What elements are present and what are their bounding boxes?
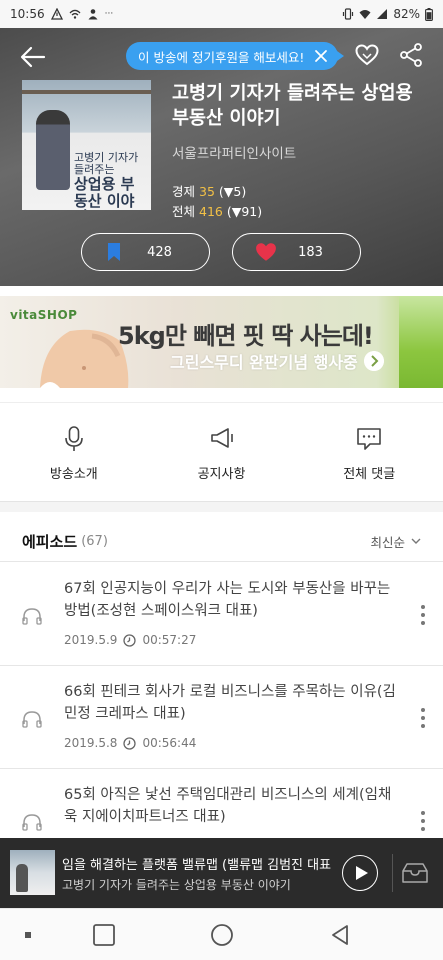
episode-title: 67회 인공지능이 우리가 사는 도시와 부동산을 바꾸는 방법(조성현 스페이… [64,581,391,619]
episode-duration: 00:56:44 [142,736,197,750]
chevron-right-icon [363,351,384,371]
bookmark-button[interactable]: 428 [81,233,210,271]
person-icon [88,9,98,20]
podcast-title: 고병기 기자가 들려주는 상업용 부동산 이야기 [172,83,413,129]
top-toolbar: 이 방송에 정기후원을 해보세요! [0,38,443,74]
episode-item[interactable]: 67회 인공지능이 우리가 사는 도시와 부동산을 바꾸는 방법(조성현 스페이… [0,563,443,666]
ad-subtext-label: 그린스무디 완판기념 행사중 [170,353,358,372]
ad-subtext: 그린스무디 완판기념 행사중 [170,349,384,373]
system-nav-bar [0,908,443,960]
back-triangle-icon[interactable] [328,923,352,947]
episode-list: 67회 인공지능이 우리가 사는 도시와 부동산을 바꾸는 방법(조성현 스페이… [0,563,443,872]
more-vertical-icon[interactable] [419,706,427,730]
vibrate-icon [343,8,354,20]
podcast-hero: 이 방송에 정기후원을 해보세요! 고병기 기자가 들려주는 상업용 부동산 이… [0,28,443,286]
rank-total-change: (▼91) [226,203,263,219]
player-thumbnail [10,850,55,895]
section-divider [0,502,443,512]
support-heart-icon[interactable] [354,42,380,68]
rank-economy-num: 35 [199,183,215,199]
wifi-call-icon [69,9,81,19]
episodes-header: 에피소드 (67) 최신순 [0,522,443,562]
share-icon[interactable] [399,42,423,68]
back-arrow-icon[interactable] [18,42,48,72]
menu-notice-label: 공지사항 [197,467,246,482]
rank-total-num: 416 [199,203,223,219]
chevron-down-icon [411,538,421,544]
episodes-count: (67) [81,534,108,549]
episode-item[interactable]: 66회 핀테크 회사가 로컬 비즈니스를 주목하는 이유(김민정 크레파스 대표… [0,666,443,769]
episode-date: 2019.5.8 [64,736,118,750]
cover-person [36,110,70,190]
ad-drink-image [399,296,443,388]
rank-total-label: 전체 [172,203,196,219]
warning-icon [50,8,63,20]
rank-economy-label: 경제 [172,183,196,199]
megaphone-icon [210,428,233,448]
comment-icon [357,428,381,450]
headphones-icon [22,608,42,625]
clock-icon [123,736,137,750]
battery-icon [425,7,433,21]
menu-notice[interactable]: 공지사항 [148,403,296,501]
more-vertical-icon[interactable] [419,809,427,833]
podcast-info: 고병기 기자가 들려주는 상업용 부동산 이야기 서울프라퍼티인사이트 경제 3… [172,82,432,222]
tooltip-text: 이 방송에 정기후원을 해보세요! [138,49,305,65]
player-divider [392,854,393,892]
sort-label: 최신순 [370,535,405,550]
episode-title: 65회 아직은 낯선 주택임대관리 비즈니스의 세계(임채욱 지에이치파트너즈 … [64,787,392,825]
ad-brand-logo: vitaSHOP [10,308,78,322]
now-playing-title: 임을 해결하는 플랫폼 밸류맵 (밸류맵 김범진 대표 [62,858,332,873]
episode-duration: 00:57:27 [142,633,197,647]
overview-square-icon[interactable] [92,923,116,947]
status-bar: 10:56 ··· 82% [0,0,443,28]
home-circle-icon[interactable] [210,923,234,947]
status-time: 10:56 [10,7,45,21]
battery-percent: 82% [393,7,420,21]
cover-title: 고병기 기자가 들려주는 상업용 부동산 이야기 [74,151,148,210]
mic-icon [65,426,83,451]
signal-icon [377,9,388,19]
support-tooltip[interactable]: 이 방송에 정기후원을 해보세요! [126,42,345,70]
episode-date: 2019.5.9 [64,633,118,647]
headphones-icon [22,814,42,831]
clock-icon [123,633,137,647]
episode-title: 66회 핀테크 회사가 로컬 비즈니스를 주목하는 이유(김민정 크레파스 대표… [64,684,396,722]
cover-text-1: 고병기 기자가 들려주는 [74,151,139,177]
playlist-box-icon[interactable] [400,862,430,884]
bookmark-count: 428 [147,244,172,260]
rank-total: 전체 416 (▼91) [172,202,432,222]
now-playing-show: 고병기 기자가 들려주는 상업용 부동산 이야기 [62,878,291,892]
ad-banner[interactable]: vitaSHOP 5kg만 빼면 핏 딱 사는데! 그린스무디 완판기념 행사중 [0,296,443,388]
podcast-publisher[interactable]: 서울프라퍼티인사이트 [172,142,432,162]
ad-headline: 5kg만 빼면 핏 딱 사는데! [118,322,374,350]
rank-economy: 경제 35 (▼5) [172,182,432,202]
podcast-cover-image: 고병기 기자가 들려주는 상업용 부동산 이야기 [22,80,151,210]
rank-economy-change: (▼5) [218,183,247,199]
mini-player[interactable]: 임을 해결하는 플랫폼 밸류맵 (밸류맵 김범진 대표 고병기 기자가 들려주는… [0,838,443,908]
menu-intro[interactable]: 방송소개 [0,403,148,501]
play-button[interactable] [342,855,378,891]
cover-text-2: 상업용 부동산 이야기 [74,175,135,210]
menu-comments-label: 전체 댓글 [343,467,396,482]
menu-comments[interactable]: 전체 댓글 [295,403,443,501]
more-vertical-icon[interactable] [419,603,427,627]
close-icon[interactable] [314,49,328,63]
episode-meta: 2019.5.9 00:57:27 [64,633,196,647]
menu-intro-label: 방송소개 [49,467,98,482]
episodes-title: 에피소드 [22,533,78,551]
status-dots: ··· [104,9,114,19]
rank-info: 경제 35 (▼5) 전체 416 (▼91) [172,182,432,222]
recents-dot-icon[interactable] [16,923,40,947]
wifi-icon [359,10,371,19]
podcast-menu: 방송소개 공지사항 전체 댓글 [0,402,443,502]
episode-meta: 2019.5.8 00:56:44 [64,736,196,750]
sort-dropdown[interactable]: 최신순 [370,532,421,551]
like-button[interactable]: 183 [232,233,361,271]
headphones-icon [22,711,42,728]
like-count: 183 [298,244,323,260]
